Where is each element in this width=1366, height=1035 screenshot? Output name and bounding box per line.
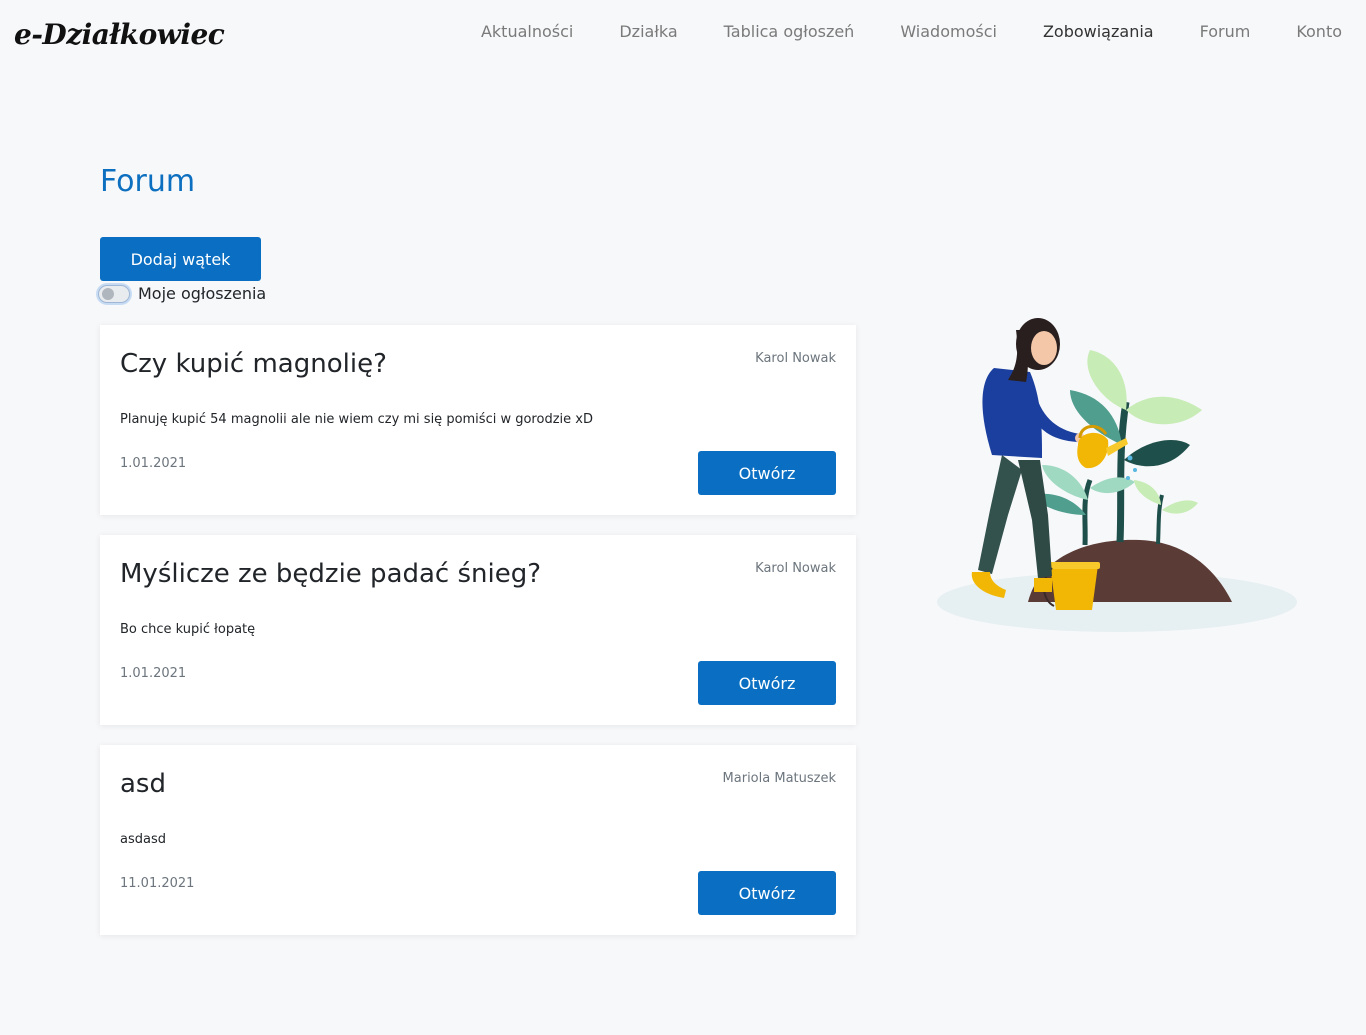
thread-body: Bo chce kupić łopatę [120, 622, 256, 637]
thread-card: asd Mariola Matuszek asdasd 11.01.2021 O… [100, 745, 856, 935]
toggle-knob [102, 287, 114, 300]
thread-author: Karol Nowak [755, 351, 836, 366]
nav-item-forum[interactable]: Forum [1177, 22, 1274, 41]
my-posts-toggle-label[interactable]: Moje ogłoszenia [138, 284, 266, 303]
add-thread-button[interactable]: Dodaj wątek [100, 237, 261, 281]
thread-body: Planuję kupić 54 magnolii ale nie wiem c… [120, 412, 593, 427]
my-posts-toggle-row: Moje ogłoszenia [98, 284, 266, 303]
thread-author: Mariola Matuszek [722, 771, 836, 786]
nav-item-aktualnosci[interactable]: Aktualności [458, 22, 596, 41]
thread-card: Myślicze ze będzie padać śnieg? Karol No… [100, 535, 856, 725]
open-thread-button[interactable]: Otwórz [698, 871, 836, 915]
thread-title: Czy kupić magnolię? [120, 349, 387, 379]
nav-item-konto[interactable]: Konto [1273, 22, 1342, 41]
thread-title: asd [120, 769, 166, 799]
thread-date: 1.01.2021 [120, 456, 187, 471]
page-title: Forum [100, 164, 196, 199]
thread-date: 1.01.2021 [120, 666, 187, 681]
gardener-illustration [930, 310, 1302, 640]
navbar: e-Działkowiec Aktualności Działka Tablic… [0, 0, 1366, 66]
nav-item-dzialka[interactable]: Działka [596, 22, 700, 41]
nav-item-tablica[interactable]: Tablica ogłoszeń [701, 22, 878, 41]
thread-card: Czy kupić magnolię? Karol Nowak Planuję … [100, 325, 856, 515]
open-thread-button[interactable]: Otwórz [698, 451, 836, 495]
thread-body: asdasd [120, 832, 166, 847]
my-posts-toggle[interactable] [98, 284, 130, 303]
main-nav: Aktualności Działka Tablica ogłoszeń Wia… [458, 22, 1342, 41]
thread-date: 11.01.2021 [120, 876, 195, 891]
nav-item-wiadomosci[interactable]: Wiadomości [877, 22, 1020, 41]
thread-author: Karol Nowak [755, 561, 836, 576]
nav-item-zobowiazania[interactable]: Zobowiązania [1020, 22, 1177, 41]
thread-title: Myślicze ze będzie padać śnieg? [120, 559, 542, 589]
brand-logo[interactable]: e-Działkowiec [14, 18, 225, 51]
open-thread-button[interactable]: Otwórz [698, 661, 836, 705]
